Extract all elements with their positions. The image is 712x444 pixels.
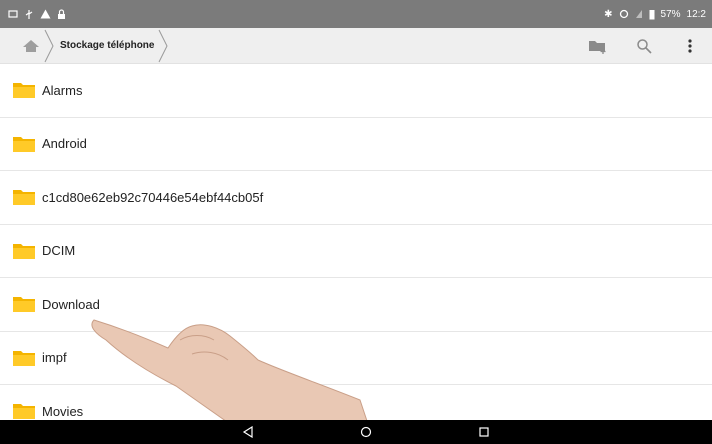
folder-name: c1cd80e62eb92c70446e54ebf44cb05f [42, 189, 264, 205]
list-item[interactable]: impf [0, 332, 712, 385]
sync-icon [619, 9, 628, 19]
folder-icon [13, 350, 35, 366]
list-item[interactable]: c1cd80e62eb92c70446e54ebf44cb05f [0, 171, 712, 225]
list-item[interactable]: DCIM [0, 225, 712, 278]
folder-icon [13, 190, 35, 206]
bluetooth-icon: ✱ [604, 8, 613, 20]
list-item[interactable]: Android [0, 118, 712, 171]
toolbar-actions [586, 34, 702, 58]
status-bar: ✱ 57% 12:2 [0, 0, 712, 28]
home-nav-icon[interactable] [356, 423, 376, 441]
back-icon[interactable] [238, 423, 258, 441]
breadcrumb-separator-icon [159, 29, 169, 62]
new-folder-icon[interactable] [586, 34, 610, 58]
folder-icon [13, 243, 35, 259]
folder-name: DCIM [42, 243, 76, 259]
list-item[interactable]: Movies [0, 385, 712, 420]
battery-percent: 57% [660, 8, 681, 20]
status-left-icons [8, 8, 66, 20]
screenshot-icon [8, 10, 18, 18]
folder-icon [13, 297, 35, 313]
breadcrumb-separator-icon [44, 29, 54, 62]
folder-name: Movies [42, 403, 84, 419]
folder-name: Android [42, 136, 87, 152]
warning-icon [40, 9, 51, 19]
more-vert-icon[interactable] [678, 34, 702, 58]
folder-name: Alarms [42, 82, 83, 98]
list-item[interactable]: Download [0, 278, 712, 332]
navigation-bar [0, 420, 712, 444]
list-item[interactable]: Alarms [0, 64, 712, 118]
folder-name: impf [42, 350, 67, 366]
signal-icon [635, 10, 642, 18]
home-icon[interactable] [18, 32, 44, 60]
battery-icon [649, 9, 655, 19]
folder-icon [13, 136, 35, 152]
breadcrumb-current[interactable]: Stockage téléphone [54, 40, 158, 51]
breadcrumb: Stockage téléphone [18, 28, 169, 63]
clock: 12:2 [686, 8, 706, 20]
usb-icon [25, 9, 33, 19]
folder-icon [13, 83, 35, 99]
search-icon[interactable] [632, 34, 656, 58]
toolbar: Stockage téléphone [0, 28, 712, 64]
lock-icon [58, 8, 65, 19]
folder-name: Download [42, 296, 100, 312]
status-right-icons: ✱ 57% 12:2 [604, 9, 706, 20]
recents-icon[interactable] [474, 423, 494, 441]
folder-icon [13, 404, 35, 420]
folder-list: Alarms Android c1cd80e62eb92c70446e54ebf… [0, 64, 712, 420]
